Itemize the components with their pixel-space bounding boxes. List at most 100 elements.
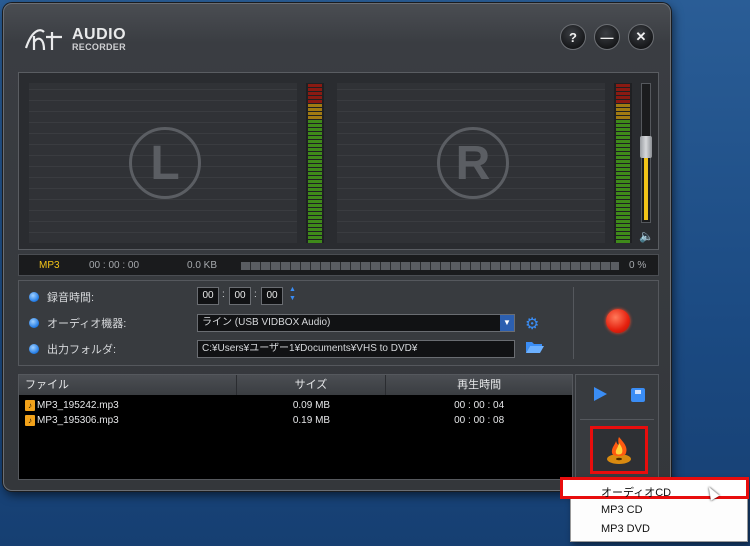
output-folder-label: 出力フォルダ: bbox=[47, 344, 117, 356]
vu-segment bbox=[308, 100, 322, 103]
logo-recorder-text: RECORDER bbox=[72, 41, 126, 52]
vu-segment bbox=[308, 84, 322, 87]
left-vu-meter bbox=[306, 83, 324, 243]
burn-disc-button[interactable] bbox=[590, 426, 648, 474]
table-row[interactable]: ♪ MP3_195242.mp3 0.09 MB 00 : 00 : 04 bbox=[19, 398, 572, 413]
vu-segment bbox=[308, 124, 322, 127]
audio-device-row: オーディオ機器: bbox=[29, 313, 126, 333]
bullet-icon bbox=[29, 292, 39, 302]
vu-segment bbox=[308, 176, 322, 179]
logo-audio-text: AUDIO bbox=[72, 25, 127, 43]
vu-segment bbox=[308, 88, 322, 91]
table-row[interactable]: ♪ MP3_195306.mp3 0.19 MB 00 : 00 : 08 bbox=[19, 413, 572, 428]
vu-segment bbox=[616, 188, 630, 191]
speaker-icon[interactable]: 🔈 bbox=[639, 229, 654, 243]
file-list-header: ファイル サイズ 再生時間 bbox=[19, 375, 572, 395]
vu-segment bbox=[616, 116, 630, 119]
rec-seconds-input[interactable]: 00 bbox=[261, 287, 283, 305]
vu-segment bbox=[308, 112, 322, 115]
left-channel-display: L bbox=[29, 83, 297, 243]
progress-percent: 0 % bbox=[629, 260, 647, 271]
elapsed-time: 00 : 00 : 00 bbox=[89, 260, 140, 271]
output-folder-row: 出力フォルダ: bbox=[29, 339, 116, 359]
chevron-down-icon[interactable]: ▼ bbox=[500, 315, 514, 331]
audio-file-icon: ♪ bbox=[25, 400, 35, 411]
vu-segment bbox=[308, 232, 322, 235]
column-header-size[interactable]: サイズ bbox=[237, 375, 387, 395]
vu-segment bbox=[308, 160, 322, 163]
bullet-icon bbox=[29, 344, 39, 354]
vu-segment bbox=[616, 128, 630, 131]
time-separator: : bbox=[254, 289, 257, 300]
flame-disc-icon bbox=[607, 437, 631, 464]
vu-segment bbox=[616, 132, 630, 135]
rec-minutes-input[interactable]: 00 bbox=[229, 287, 251, 305]
menu-item-mp3-dvd[interactable]: MP3 DVD bbox=[601, 523, 650, 535]
folder-open-icon[interactable] bbox=[525, 340, 545, 354]
file-tools-panel bbox=[575, 374, 659, 480]
menu-item-audio-cd[interactable]: オーディオCD bbox=[601, 484, 671, 500]
volume-slider[interactable] bbox=[640, 83, 652, 223]
vu-segment bbox=[616, 204, 630, 207]
recorded-size: 0.0 KB bbox=[187, 260, 218, 271]
vu-segment bbox=[616, 236, 630, 239]
vu-segment bbox=[616, 88, 630, 91]
menu-item-mp3-cd[interactable]: MP3 CD bbox=[601, 504, 643, 516]
save-icon[interactable] bbox=[631, 388, 645, 402]
vu-segment bbox=[308, 96, 322, 99]
close-button[interactable]: ✕ bbox=[628, 24, 654, 50]
vu-segment bbox=[308, 136, 322, 139]
progress-bar bbox=[241, 262, 619, 270]
vu-segment bbox=[308, 212, 322, 215]
vu-segment bbox=[308, 236, 322, 239]
rec-time-row: 録音時間: bbox=[29, 287, 94, 307]
audio-device-value: ライン (USB VIDBOX Audio) bbox=[202, 317, 331, 328]
ht-logo-icon bbox=[24, 29, 62, 51]
vu-segment bbox=[616, 224, 630, 227]
file-list: ファイル サイズ 再生時間 ♪ MP3_195242.mp3 0.09 MB 0… bbox=[18, 374, 573, 480]
column-header-file[interactable]: ファイル bbox=[19, 375, 237, 395]
recording-status-bar: MP3 00 : 00 : 00 0.0 KB 0 % bbox=[18, 254, 659, 276]
play-icon[interactable] bbox=[594, 387, 607, 401]
vu-segment bbox=[308, 92, 322, 95]
vu-segment bbox=[616, 148, 630, 151]
vu-segment bbox=[308, 144, 322, 147]
vu-segment bbox=[616, 196, 630, 199]
output-folder-field[interactable]: C:¥Users¥ユーザー1¥Documents¥VHS to DVD¥ bbox=[197, 340, 515, 358]
file-duration: 00 : 00 : 08 bbox=[454, 415, 505, 426]
vu-segment bbox=[616, 200, 630, 203]
minimize-button[interactable]: — bbox=[594, 24, 620, 50]
settings-panel: 録音時間: 00 : 00 : 00 ▲ ▼ オーディオ機器: ライン (USB … bbox=[18, 280, 659, 366]
vu-segment bbox=[616, 216, 630, 219]
app-logo: AUDIO RECORDER bbox=[24, 24, 126, 54]
vu-segment bbox=[308, 204, 322, 207]
vu-segment bbox=[616, 176, 630, 179]
audio-file-icon: ♪ bbox=[25, 415, 35, 426]
vu-segment bbox=[308, 240, 322, 243]
vu-segment bbox=[308, 208, 322, 211]
vu-segment bbox=[616, 212, 630, 215]
vu-segment bbox=[616, 172, 630, 175]
time-spinner-icon[interactable]: ▲ ▼ bbox=[289, 285, 296, 303]
file-duration: 00 : 00 : 04 bbox=[454, 400, 505, 411]
audio-device-select[interactable]: ライン (USB VIDBOX Audio) ▼ bbox=[197, 314, 515, 332]
vu-segment bbox=[616, 104, 630, 107]
volume-knob[interactable] bbox=[640, 136, 652, 158]
file-name-cell: ♪ MP3_195242.mp3 bbox=[19, 398, 237, 413]
record-button[interactable] bbox=[606, 309, 630, 333]
help-button[interactable]: ? bbox=[560, 24, 586, 50]
time-separator: : bbox=[222, 289, 225, 300]
vu-segment bbox=[616, 180, 630, 183]
vu-segment bbox=[616, 136, 630, 139]
vu-segment bbox=[616, 112, 630, 115]
vu-segment bbox=[308, 196, 322, 199]
vu-segment bbox=[308, 180, 322, 183]
vu-segment bbox=[616, 208, 630, 211]
column-header-duration[interactable]: 再生時間 bbox=[386, 375, 572, 395]
vu-segment bbox=[616, 240, 630, 243]
vu-segment bbox=[308, 216, 322, 219]
rec-hours-input[interactable]: 00 bbox=[197, 287, 219, 305]
vu-segment bbox=[616, 160, 630, 163]
vu-segment bbox=[308, 104, 322, 107]
gear-icon[interactable]: ⚙ bbox=[525, 314, 539, 334]
